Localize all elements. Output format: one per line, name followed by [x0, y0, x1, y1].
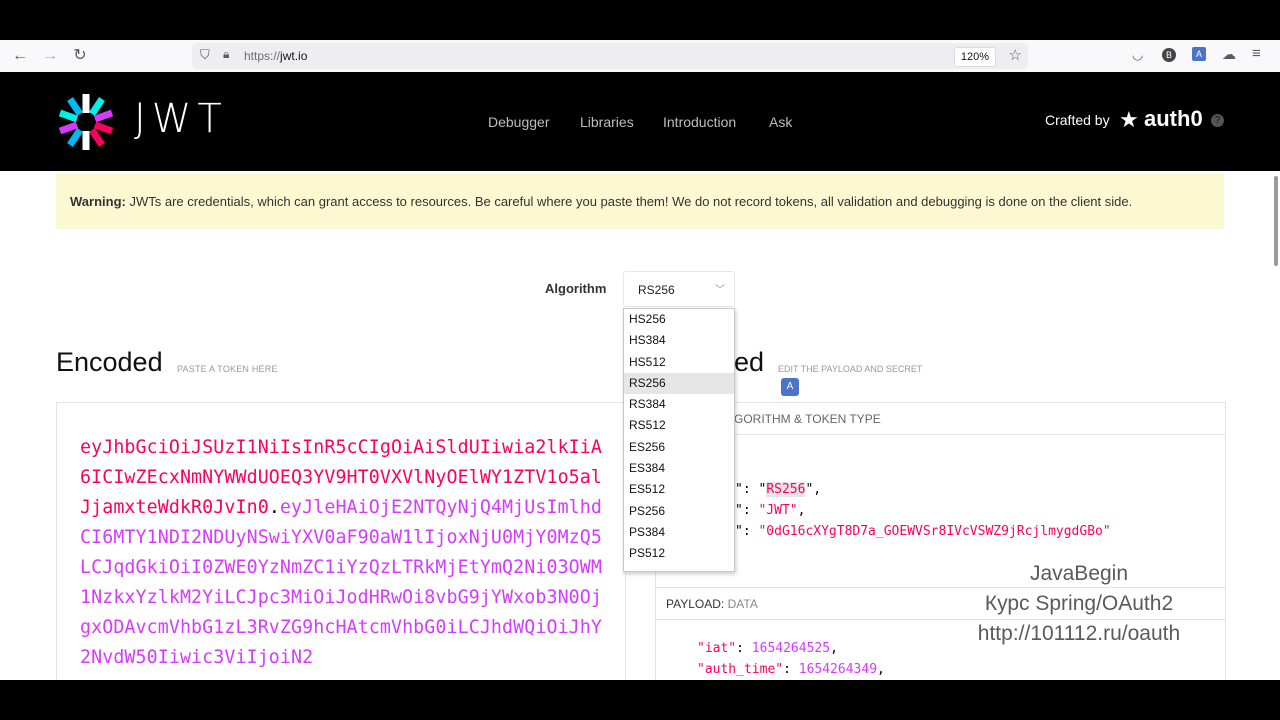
- pocket-icon[interactable]: ◡: [1132, 47, 1143, 63]
- nav-introduction[interactable]: Introduction: [663, 114, 736, 130]
- header-json-line[interactable]: ": "0dG16cXYgT8D7a_GOEWVSr8IVcVSWZ9jRcjl…: [735, 524, 1111, 539]
- watermark-line: Курс Spring/OAuth2: [984, 592, 1174, 615]
- watermark: JavaBegin Курс Spring/OAuth2 http://1011…: [962, 559, 1196, 649]
- translate-extension-icon[interactable]: A: [1192, 47, 1206, 61]
- url-text[interactable]: https://jwt.io: [244, 49, 307, 63]
- auth-time-value: 1654264349: [798, 662, 878, 677]
- jwt-logo-icon[interactable]: [56, 92, 116, 152]
- token-dot: .: [268, 497, 280, 518]
- algorithm-selected-value: RS256: [638, 283, 675, 297]
- payload-json-line[interactable]: "auth_time": 1654264349,: [697, 662, 885, 677]
- algorithm-option[interactable]: PS384: [624, 522, 734, 543]
- algorithm-option[interactable]: HS256: [624, 309, 734, 330]
- payload-sublabel: DATA: [727, 597, 758, 611]
- algorithm-option[interactable]: HS512: [624, 352, 734, 373]
- forward-icon[interactable]: →: [40, 46, 60, 66]
- warning-banner: Warning: JWTs are credentials, which can…: [56, 173, 1224, 229]
- header-json-line[interactable]: ": "JWT",: [735, 503, 805, 518]
- algorithm-label: Algorithm: [545, 281, 607, 296]
- algorithm-dropdown[interactable]: HS256 HS384 HS512 RS256 RS384 RS512 ES25…: [623, 308, 735, 572]
- iat-key: "iat": [697, 641, 737, 656]
- algorithm-option[interactable]: HS384: [624, 330, 734, 351]
- help-icon[interactable]: ?: [1211, 114, 1224, 127]
- profile-badge-icon[interactable]: B: [1162, 48, 1176, 62]
- token-payload-part: eyJleHAiOjE2NTQyNjQ4MjUsImlhdCI6MTY1NDI2…: [80, 497, 603, 668]
- watermark-line: http://101112.ru/oauth: [977, 622, 1181, 645]
- auth-time-key: "auth_time": [697, 662, 784, 677]
- url-bar[interactable]: ⛉ 🔒︎ https://jwt.io 120% ☆: [192, 43, 1028, 69]
- reload-icon[interactable]: ↻: [70, 46, 90, 66]
- menu-icon[interactable]: ≡: [1252, 45, 1261, 62]
- payload-json-line[interactable]: "iat": 1654264525,: [697, 641, 838, 656]
- page-content: Warning: JWTs are credentials, which can…: [0, 171, 1280, 680]
- encoded-token-panel[interactable]: eyJhbGciOiJSUzI1NiIsInR5cCIgOiAiSldUIiwi…: [56, 402, 626, 680]
- alg-value: RS256: [766, 482, 806, 497]
- zoom-indicator[interactable]: 120%: [953, 47, 996, 67]
- back-icon[interactable]: ←: [10, 46, 30, 66]
- warning-bold: Warning:: [70, 194, 126, 209]
- auth0-logo[interactable]: auth0: [1144, 106, 1203, 132]
- warning-body: JWTs are credentials, which can grant ac…: [125, 194, 1133, 209]
- extension-icon[interactable]: ☁: [1222, 46, 1236, 63]
- header-section-bar: GORITHM & TOKEN TYPE: [656, 403, 1225, 435]
- auth0-shield-icon[interactable]: ★: [1119, 107, 1141, 133]
- header-section-label: GORITHM & TOKEN TYPE: [734, 412, 881, 426]
- algorithm-option[interactable]: PS512: [624, 543, 734, 564]
- nav-ask[interactable]: Ask: [769, 114, 792, 130]
- logo-text[interactable]: JWT: [134, 96, 228, 142]
- algorithm-option[interactable]: ES256: [624, 437, 734, 458]
- scrollbar[interactable]: [1274, 176, 1278, 266]
- algorithm-option-selected[interactable]: RS256: [624, 372, 734, 395]
- translate-icon[interactable]: A: [781, 378, 799, 396]
- payload-label: PAYLOAD:: [666, 597, 725, 611]
- site-header: JWT Debugger Libraries Introduction Ask …: [0, 72, 1280, 171]
- warning-text: Warning: JWTs are credentials, which can…: [70, 194, 1132, 209]
- algorithm-option[interactable]: RS512: [624, 415, 734, 436]
- payload-section-label: PAYLOAD: DATA: [666, 597, 758, 611]
- algorithm-option[interactable]: RS384: [624, 394, 734, 415]
- encoded-title: Encoded: [56, 347, 163, 377]
- decoded-title: ed: [734, 347, 765, 377]
- algorithm-option[interactable]: PS256: [624, 501, 734, 522]
- iat-value: 1654264525: [751, 641, 831, 656]
- algorithm-option[interactable]: ES512: [624, 479, 734, 500]
- nav-debugger[interactable]: Debugger: [488, 114, 550, 130]
- algorithm-select[interactable]: RS256 ﹀: [623, 271, 735, 307]
- crafted-by-label: Crafted by: [1045, 112, 1110, 128]
- header-json-line[interactable]: ": "RS256",: [735, 482, 821, 497]
- lock-icon[interactable]: 🔒︎: [223, 47, 229, 62]
- watermark-line: JavaBegin: [1029, 562, 1129, 585]
- nav-libraries[interactable]: Libraries: [580, 114, 634, 130]
- typ-value: "JWT": [758, 503, 798, 518]
- chevron-down-icon: ﹀: [715, 285, 725, 296]
- kid-value: "0dG16cXYgT8D7a_GOEWVSr8IVcVSWZ9jRcjlmyg…: [758, 524, 1111, 539]
- encoded-subtitle: PASTE A TOKEN HERE: [177, 364, 278, 374]
- algorithm-option[interactable]: ES384: [624, 458, 734, 479]
- url-protocol: https://: [244, 49, 281, 63]
- url-host: jwt.io: [280, 49, 308, 63]
- decoded-subtitle: EDIT THE PAYLOAD AND SECRET: [778, 364, 923, 374]
- bookmark-star-icon[interactable]: ☆: [1009, 46, 1022, 64]
- shield-icon[interactable]: ⛉: [200, 47, 210, 63]
- browser-toolbar: ← → ↻ ⛉ 🔒︎ https://jwt.io 120% ☆ ◡ B A ☁…: [0, 40, 1280, 73]
- token-textarea[interactable]: eyJhbGciOiJSUzI1NiIsInR5cCIgOiAiSldUIiwi…: [80, 433, 610, 673]
